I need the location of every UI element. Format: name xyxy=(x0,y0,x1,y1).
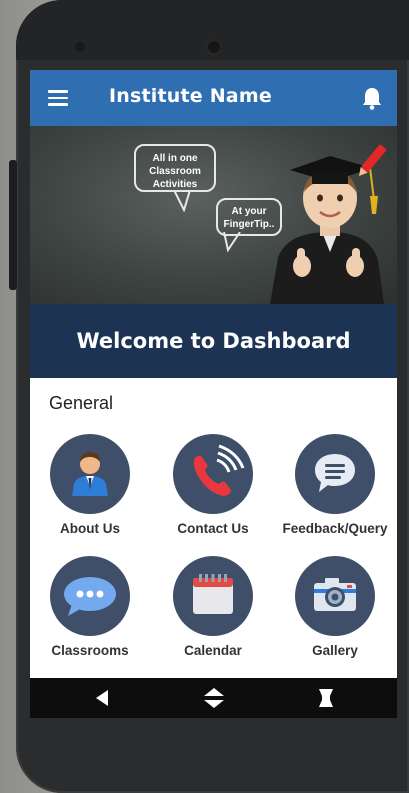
bubble-tail-icon xyxy=(223,232,241,253)
dots-bubble-icon xyxy=(64,577,116,616)
home-icon[interactable] xyxy=(202,686,226,710)
side-button xyxy=(9,160,17,290)
tile-circle xyxy=(173,556,253,636)
camera-icon xyxy=(314,578,356,611)
recents-icon[interactable] xyxy=(314,686,338,710)
tile-gallery[interactable]: Gallery xyxy=(275,556,395,658)
bubble-tail-icon xyxy=(173,190,191,212)
tile-label: Calendar xyxy=(184,643,242,658)
tile-about-us[interactable]: About Us xyxy=(30,434,150,536)
speech-bubble-one: All in one Classroom Activities xyxy=(134,144,216,192)
tile-circle xyxy=(173,434,253,514)
tile-label: Gallery xyxy=(312,643,358,658)
app-title: Institute Name xyxy=(109,85,272,107)
phone-icon xyxy=(193,444,245,496)
graduate-child-image xyxy=(270,144,387,304)
tile-calendar[interactable]: Calendar xyxy=(153,556,273,658)
bubble-line: Classroom xyxy=(149,166,201,177)
welcome-band: Welcome to Dashboard xyxy=(30,304,397,378)
welcome-heading: Welcome to Dashboard xyxy=(76,329,351,353)
menu-icon[interactable] xyxy=(48,90,68,106)
section-title: General xyxy=(49,393,114,413)
chat-bubble-icon xyxy=(315,454,355,492)
tile-feedback-query[interactable]: Feedback/Query xyxy=(275,434,395,536)
bubble-line: All in one xyxy=(152,153,198,164)
app-bar: Institute Name xyxy=(30,70,397,126)
speaker xyxy=(75,42,85,52)
tile-contact-us[interactable]: Contact Us xyxy=(153,434,273,536)
calendar-icon xyxy=(193,574,233,614)
tile-circle xyxy=(295,434,375,514)
bell-icon[interactable] xyxy=(361,86,383,110)
back-icon[interactable] xyxy=(90,686,114,710)
tile-label: Classrooms xyxy=(51,643,129,658)
tile-circle xyxy=(295,556,375,636)
user-icon xyxy=(72,452,108,496)
android-nav-bar xyxy=(30,678,397,718)
banner: All in one Classroom Activities At your … xyxy=(30,126,397,304)
front-camera xyxy=(205,38,223,56)
tile-label: About Us xyxy=(60,521,120,536)
tile-circle xyxy=(50,556,130,636)
tile-label: Contact Us xyxy=(177,521,249,536)
tile-classrooms[interactable]: Classrooms xyxy=(30,556,150,658)
tile-label: Feedback/Query xyxy=(282,521,388,536)
tile-circle xyxy=(50,434,130,514)
